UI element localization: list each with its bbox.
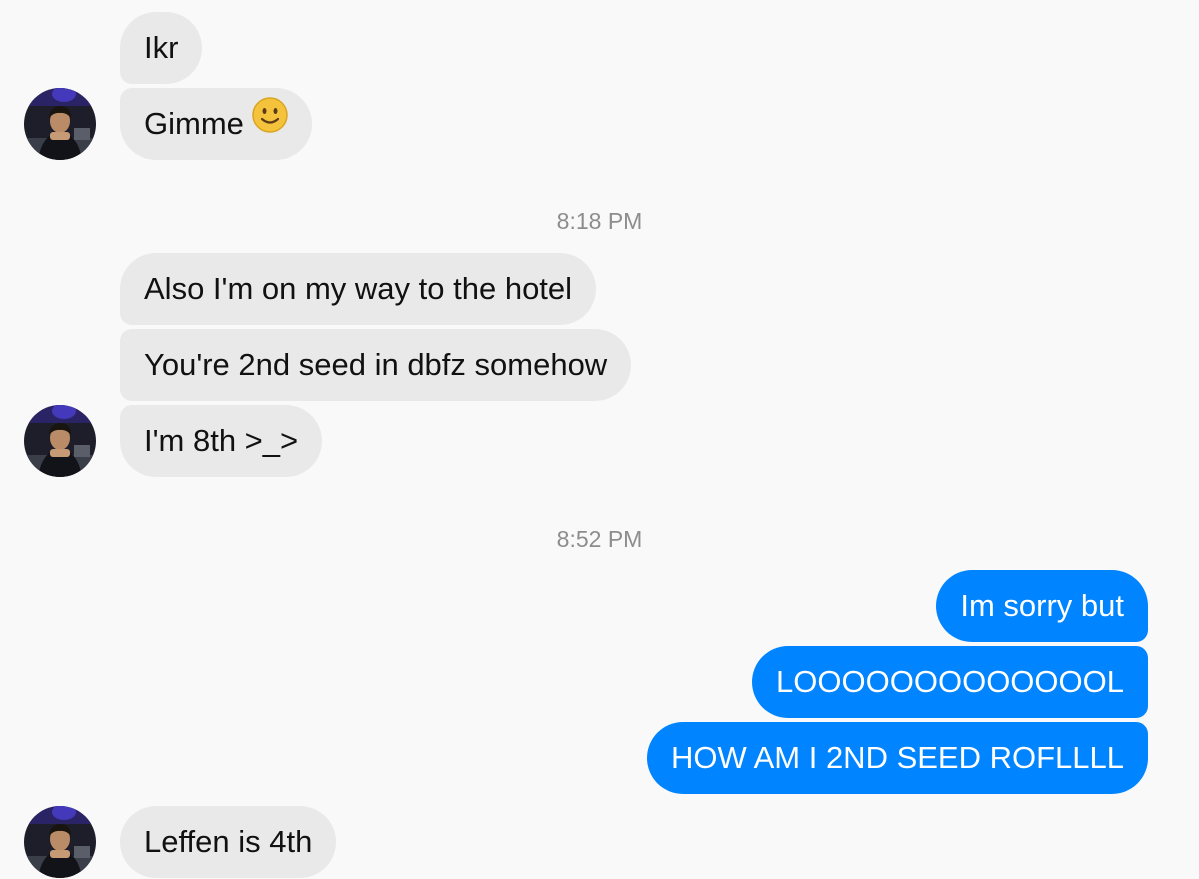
incoming-message[interactable]: Ikr <box>120 12 203 84</box>
message-text: LOOOOOOOOOOOOOL <box>776 664 1124 699</box>
incoming-message[interactable]: You're 2nd seed in dbfz somehow <box>120 329 632 401</box>
contact-avatar[interactable] <box>24 88 96 160</box>
message-text: You're 2nd seed in dbfz somehow <box>144 347 608 382</box>
outgoing-message[interactable]: Im sorry but <box>936 570 1148 642</box>
timestamp: 8:18 PM <box>556 208 643 234</box>
message-text: HOW AM I 2ND SEED ROFLLLL <box>670 740 1124 775</box>
message-text: Ikr <box>144 30 179 65</box>
incoming-message[interactable]: Leffen is 4th <box>120 806 337 878</box>
slightly-smiling-face-icon <box>252 87 288 159</box>
incoming-message[interactable]: I'm 8th >_> <box>120 405 323 477</box>
outgoing-message[interactable]: HOW AM I 2ND SEED ROFLLLL <box>646 722 1148 794</box>
outgoing-message[interactable]: LOOOOOOOOOOOOOL <box>752 646 1148 718</box>
message-text: Im sorry but <box>960 588 1124 623</box>
incoming-message[interactable]: Also I'm on my way to the hotel <box>120 253 597 325</box>
contact-avatar[interactable] <box>24 806 96 878</box>
message-text: Also I'm on my way to the hotel <box>144 271 573 306</box>
message-text: Leffen is 4th <box>144 824 313 859</box>
message-thread[interactable]: Ikr Gimme 8:18 PM Also I'm on my way to … <box>0 0 1199 879</box>
message-text: Gimme <box>144 106 244 141</box>
message-text: I'm 8th >_> <box>144 423 299 458</box>
contact-avatar[interactable] <box>24 405 96 477</box>
incoming-message[interactable]: Gimme <box>120 88 312 160</box>
timestamp: 8:52 PM <box>556 526 643 552</box>
